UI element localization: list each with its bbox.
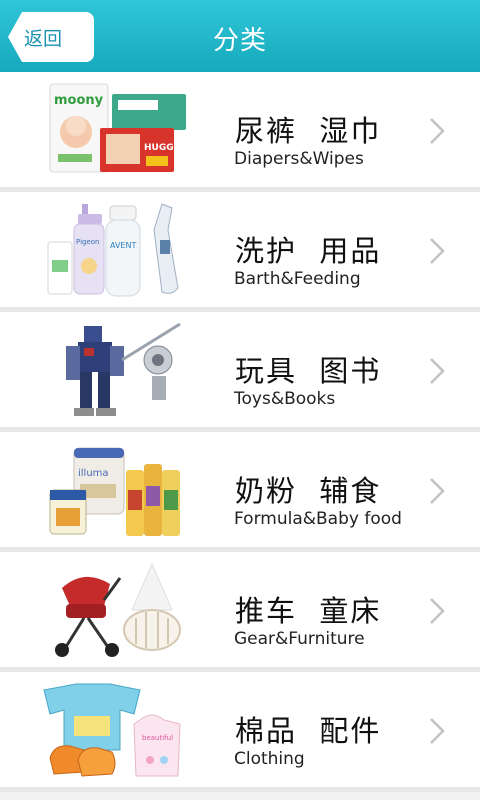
category-title: 棉品 配件 [235,714,382,748]
chevron-right-icon [430,718,445,744]
category-item-gear-furniture[interactable]: 推车 童床 Gear&Furniture [0,552,480,672]
clothing-image: beautiful [43,683,181,777]
category-item-formula[interactable]: illuma 奶粉 辅食 Formula&Baby food [0,432,480,552]
top-bar: 返回 分类 [0,0,480,73]
category-item-bath-feeding[interactable]: Pigeon AVENT 洗护 用品 Barth&Feeding [0,192,480,312]
category-list: moony HUGGIES 尿裤 湿巾 Diapers&Wipes Pigeon [0,72,480,792]
category-item-clothing[interactable]: beautiful 棉品 配件 Clothing [0,672,480,792]
category-subtitle: Barth&Feeding [234,269,361,289]
category-title: 尿裤 湿巾 [235,114,382,148]
category-subtitle: Formula&Baby food [234,509,402,529]
page-title: 分类 [212,26,267,56]
svg-text:HUGGIES: HUGGIES [144,143,190,153]
chevron-right-icon [430,598,445,624]
category-item-diapers[interactable]: moony HUGGIES 尿裤 湿巾 Diapers&Wipes [0,72,480,192]
chevron-right-icon [430,118,445,144]
svg-text:moony: moony [54,93,104,108]
category-subtitle: Toys&Books [234,389,336,409]
diapers-image: moony HUGGIES [49,83,190,173]
chevron-right-icon [430,478,445,504]
category-item-toys-books[interactable]: 玩具 图书 Toys&Books [0,312,480,432]
category-title: 玩具 图书 [235,354,382,388]
category-subtitle: Diapers&Wipes [234,149,364,169]
chevron-right-icon [430,238,445,264]
toy-robot-image [66,322,181,416]
formula-image: illuma [49,447,180,536]
svg-text:illuma: illuma [78,468,109,479]
svg-text:Pigeon: Pigeon [76,238,99,246]
chevron-right-icon [430,358,445,384]
category-title: 推车 童床 [235,594,382,628]
category-subtitle: Gear&Furniture [234,629,365,649]
bath-feeding-image: Pigeon AVENT [47,203,179,297]
svg-text:AVENT: AVENT [110,241,136,250]
stroller-crib-image [55,562,181,657]
svg-text:beautiful: beautiful [142,734,173,742]
category-title: 洗护 用品 [235,234,382,268]
category-title: 奶粉 辅食 [235,474,382,508]
category-subtitle: Clothing [234,749,305,769]
